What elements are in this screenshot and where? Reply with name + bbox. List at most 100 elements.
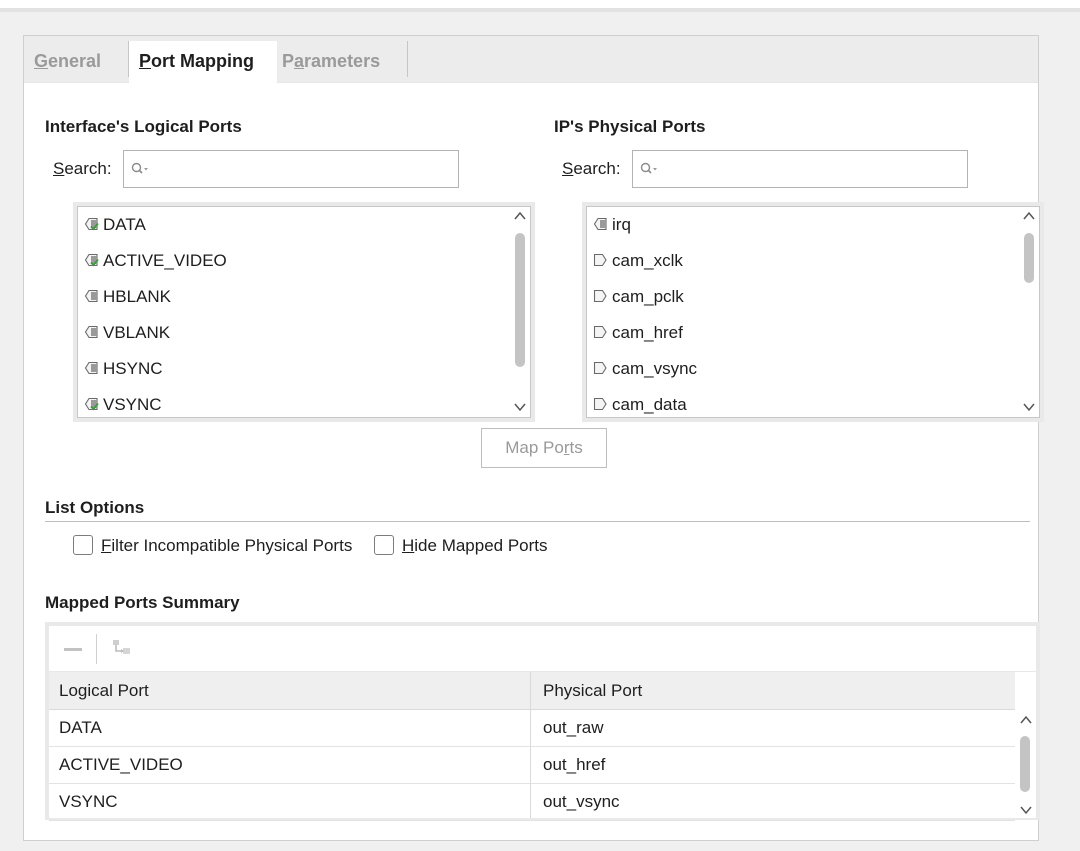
logical-port-cell: VSYNC bbox=[59, 792, 118, 811]
logical-port-item[interactable]: VBLANK bbox=[84, 318, 170, 348]
search-icon bbox=[131, 162, 148, 174]
tab-parameters[interactable]: Parameters bbox=[272, 41, 407, 83]
physical-search-mnemonic: S bbox=[562, 159, 574, 178]
input-port-icon bbox=[593, 253, 607, 266]
logical-port-name: HSYNC bbox=[103, 359, 163, 378]
output-port-icon bbox=[84, 361, 98, 374]
physical-port-cell: out_href bbox=[543, 755, 606, 774]
output-port-icon bbox=[84, 289, 98, 302]
col-physical-port[interactable]: Physical Port bbox=[543, 681, 642, 701]
logical-port-cell: ACTIVE_VIDEO bbox=[59, 755, 183, 774]
physical-port-name: cam_xclk bbox=[612, 251, 683, 270]
dialog-panel: General Port Mapping Parameters Interfac… bbox=[23, 35, 1040, 841]
physical-port-item[interactable]: cam_data bbox=[593, 390, 687, 420]
logical-port-item[interactable]: HSYNC bbox=[84, 354, 163, 384]
scroll-thumb[interactable] bbox=[1024, 233, 1034, 283]
scroll-down-icon[interactable] bbox=[1022, 401, 1036, 413]
logical-list-scrollbar[interactable] bbox=[510, 207, 530, 417]
hide-mnemonic: H bbox=[402, 536, 415, 555]
tab-parameters-label: rameters bbox=[304, 51, 381, 71]
map-ports-button[interactable]: Map Ports bbox=[481, 428, 607, 468]
tab-separator bbox=[407, 41, 408, 77]
list-options-divider bbox=[45, 521, 1030, 522]
filter-incompatible-label: ilter Incompatible Physical Ports bbox=[111, 536, 353, 555]
map-ports-label-b: ts bbox=[569, 438, 583, 457]
tab-port-mapping[interactable]: Port Mapping bbox=[129, 41, 277, 83]
physical-port-cell: out_vsync bbox=[543, 792, 620, 811]
output-port-icon bbox=[593, 217, 607, 230]
physical-port-item[interactable]: cam_href bbox=[593, 318, 683, 348]
output-port-icon bbox=[84, 325, 98, 338]
summary-scrollbar[interactable] bbox=[1015, 710, 1036, 818]
tab-general[interactable]: General bbox=[24, 41, 128, 83]
physical-port-name: cam_vsync bbox=[612, 359, 698, 378]
summary-table-header: Logical Port Physical Port bbox=[49, 672, 1015, 710]
scroll-down-icon[interactable] bbox=[1019, 804, 1033, 816]
table-row[interactable]: VSYNC out_vsync bbox=[49, 784, 1015, 821]
table-row[interactable]: ACTIVE_VIDEO out_href bbox=[49, 747, 1015, 784]
tab-port-mapping-label: ort Mapping bbox=[151, 51, 254, 71]
logical-ports-list[interactable]: DATA ACTIVE_VIDEO HBLANK VBLANK HSYNC VSYNC bbox=[77, 206, 531, 418]
logical-port-name: DATA bbox=[103, 215, 146, 234]
physical-ports-list[interactable]: irq cam_xclk cam_pclk cam_href cam_vsync cam_… bbox=[586, 206, 1040, 418]
physical-port-item[interactable]: cam_vsync bbox=[593, 354, 697, 384]
hide-mapped-option[interactable]: Hide Mapped Ports bbox=[374, 534, 548, 557]
physical-list-scrollbar[interactable] bbox=[1019, 207, 1039, 417]
input-port-icon bbox=[593, 289, 607, 302]
scroll-up-icon[interactable] bbox=[1019, 714, 1033, 726]
tab-general-label: eneral bbox=[48, 51, 102, 71]
output-port-icon bbox=[84, 397, 99, 410]
output-port-icon bbox=[84, 217, 99, 230]
logical-search-mnemonic: S bbox=[53, 159, 65, 178]
logical-port-item[interactable]: VSYNC bbox=[84, 390, 162, 420]
search-icon bbox=[640, 162, 657, 174]
physical-search-label: Search: bbox=[562, 159, 621, 179]
table-row[interactable]: DATA out_raw bbox=[49, 710, 1015, 747]
tab-bar: General Port Mapping Parameters bbox=[24, 36, 1038, 83]
physical-port-name: cam_pclk bbox=[612, 287, 684, 306]
toolbar-separator bbox=[96, 634, 97, 664]
scroll-thumb[interactable] bbox=[515, 233, 525, 367]
filter-incompatible-checkbox[interactable] bbox=[73, 534, 93, 555]
scroll-down-icon[interactable] bbox=[513, 401, 527, 413]
input-port-icon bbox=[593, 325, 607, 338]
physical-port-item[interactable]: cam_pclk bbox=[593, 282, 684, 312]
hide-mapped-label: ide Mapped Ports bbox=[414, 536, 548, 555]
logical-port-item[interactable]: HBLANK bbox=[84, 282, 171, 312]
logical-ports-title: Interface's Logical Ports bbox=[45, 117, 242, 136]
logical-port-item[interactable]: ACTIVE_VIDEO bbox=[84, 246, 227, 276]
physical-search-box[interactable] bbox=[632, 150, 968, 188]
physical-port-name: irq bbox=[612, 215, 631, 234]
col-logical-port[interactable]: Logical Port bbox=[59, 681, 149, 701]
physical-port-item[interactable]: irq bbox=[593, 210, 631, 240]
logical-search-box[interactable] bbox=[123, 150, 459, 188]
tab-parameters-prefix: P bbox=[282, 51, 295, 71]
logical-port-name: VSYNC bbox=[103, 395, 162, 414]
physical-ports-title: IP's Physical Ports bbox=[554, 117, 706, 136]
filter-mnemonic: F bbox=[101, 536, 112, 555]
window-top-strip bbox=[0, 0, 1080, 12]
physical-port-item[interactable]: cam_xclk bbox=[593, 246, 683, 276]
logical-port-name: ACTIVE_VIDEO bbox=[103, 251, 227, 270]
logical-port-name: VBLANK bbox=[103, 323, 171, 342]
scroll-up-icon[interactable] bbox=[1022, 210, 1036, 222]
column-separator bbox=[530, 672, 531, 818]
hide-mapped-checkbox[interactable] bbox=[374, 534, 394, 555]
summary-toolbar bbox=[49, 626, 1036, 672]
map-ports-label-a: Map Po bbox=[505, 438, 564, 457]
mapped-summary-title: Mapped Ports Summary bbox=[45, 593, 240, 612]
scroll-up-icon[interactable] bbox=[513, 210, 527, 222]
tab-port-mapping-mnemonic: P bbox=[139, 51, 152, 71]
physical-search-input[interactable] bbox=[659, 155, 961, 183]
logical-port-item[interactable]: DATA bbox=[84, 210, 146, 240]
physical-port-cell: out_raw bbox=[543, 718, 604, 737]
logical-port-name: HBLANK bbox=[103, 287, 172, 306]
logical-port-cell: DATA bbox=[59, 718, 102, 737]
tab-parameters-mnemonic: a bbox=[294, 51, 305, 71]
logical-search-input[interactable] bbox=[150, 155, 452, 183]
scroll-thumb[interactable] bbox=[1020, 736, 1030, 792]
filter-incompatible-option[interactable]: Filter Incompatible Physical Ports bbox=[73, 534, 353, 557]
input-port-icon bbox=[593, 397, 607, 410]
auto-connect-icon[interactable] bbox=[111, 637, 133, 659]
remove-icon[interactable] bbox=[63, 642, 83, 656]
